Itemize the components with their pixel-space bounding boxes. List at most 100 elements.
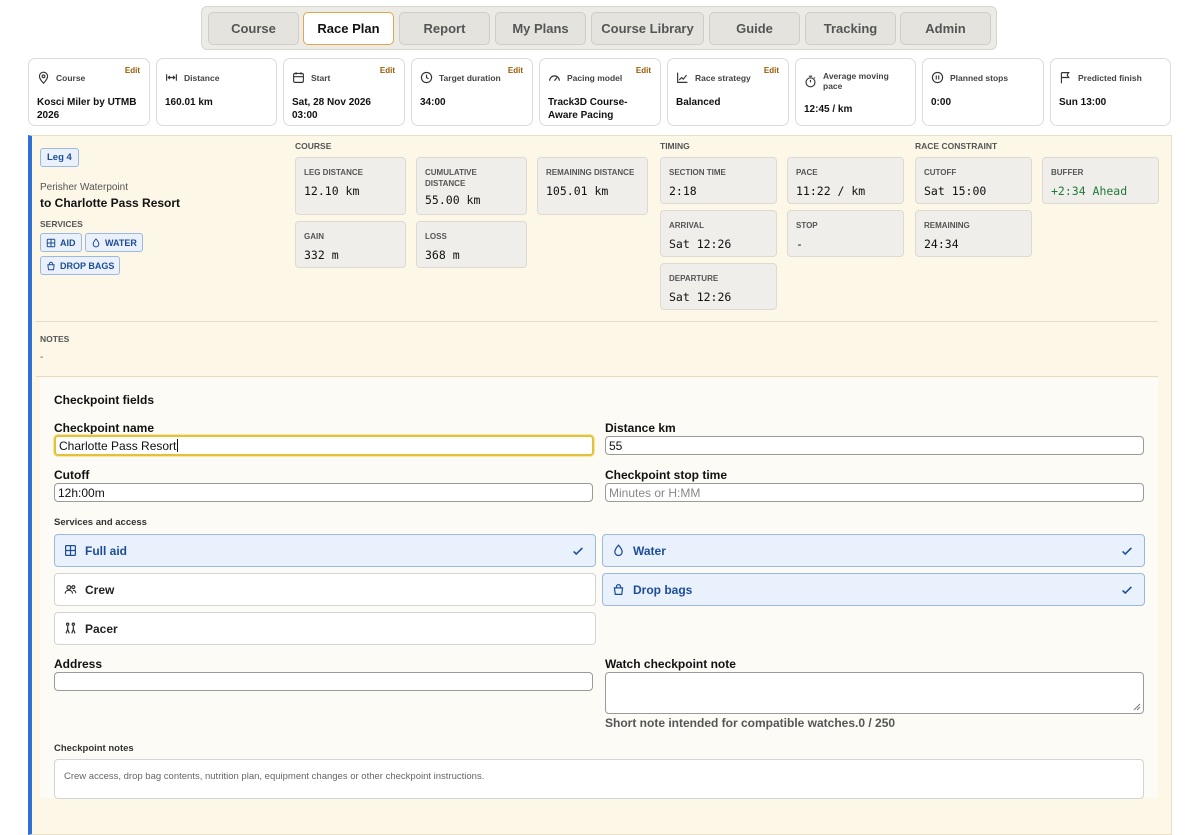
drop-bags-chip: DROP BAGS xyxy=(40,256,121,275)
droplet-icon xyxy=(92,237,100,247)
tab-guide[interactable]: Guide xyxy=(709,12,800,45)
loss-value: 368 m xyxy=(425,248,460,262)
remaining-label: REMAINING xyxy=(924,221,970,230)
divider xyxy=(36,321,1158,322)
arrival-value: Sat 12:26 xyxy=(669,237,732,251)
tab-course-library[interactable]: Course Library xyxy=(591,12,704,45)
course-card: Course Edit Kosci Miler by UTMB 2026 xyxy=(28,58,150,126)
watch-note-hint: Short note intended for compatible watch… xyxy=(605,716,896,730)
course-edit-link[interactable]: Edit xyxy=(125,66,140,75)
constraint-group-header: RACE CONSTRAINT xyxy=(915,141,998,151)
checkpoint-notes-label: Checkpoint notes xyxy=(54,743,134,754)
crew-option[interactable]: Crew xyxy=(54,573,596,606)
section-time-label: SECTION TIME xyxy=(669,168,726,177)
watch-note-label: Watch checkpoint note xyxy=(605,657,736,671)
distance-icon xyxy=(166,74,177,81)
departure-stat: DEPARTURE Sat 12:26 xyxy=(660,263,777,310)
pacing-model-card-label: Pacing model xyxy=(567,72,623,83)
clock-icon xyxy=(420,71,433,84)
pacing-model-card-value: Track3D Course-Aware Pacing xyxy=(548,97,628,121)
crew-label: Crew xyxy=(85,582,115,597)
bag-icon xyxy=(47,261,55,270)
leg-from: Perisher Waterpoint xyxy=(40,182,128,193)
stop-time-input[interactable]: Minutes or H:MM xyxy=(605,483,1144,502)
tab-course[interactable]: Course xyxy=(208,12,299,45)
check-icon xyxy=(1122,586,1132,595)
gain-label: GAIN xyxy=(304,232,324,241)
checkpoint-name-value: Charlotte Pass Resort xyxy=(59,438,177,453)
droplet-icon xyxy=(614,544,623,557)
aid-chip: AID xyxy=(40,233,82,252)
runners-icon xyxy=(65,622,76,634)
average-pace-card: Average moving pace 12:45 / km xyxy=(795,58,916,126)
start-card: Start Edit Sat, 28 Nov 2026 03:00 xyxy=(283,58,405,126)
stopwatch-icon xyxy=(805,75,816,87)
full-aid-option[interactable]: Full aid xyxy=(54,534,596,567)
tab-admin[interactable]: Admin xyxy=(900,12,991,45)
text-caret xyxy=(177,439,179,452)
map-pin-icon xyxy=(38,71,49,84)
gain-value: 332 m xyxy=(304,248,339,262)
water-option[interactable]: Water xyxy=(602,534,1145,567)
resize-handle-icon[interactable] xyxy=(1133,703,1141,711)
loss-stat: LOSS 368 m xyxy=(416,221,527,268)
drop-bags-label: Drop bags xyxy=(633,582,693,597)
arrival-stat: ARRIVAL Sat 12:26 xyxy=(660,210,777,257)
section-time-value: 2:18 xyxy=(669,184,697,198)
predicted-finish-card-value: Sun 13:00 xyxy=(1059,97,1107,108)
distance-km-input[interactable]: 55 xyxy=(605,436,1144,455)
buffer-value: +2:34 Ahead xyxy=(1051,184,1128,198)
predicted-finish-card-label: Predicted finish xyxy=(1078,72,1142,83)
pace-label: PACE xyxy=(796,168,818,177)
start-edit-link[interactable]: Edit xyxy=(380,66,395,75)
tab-tracking[interactable]: Tracking xyxy=(805,12,896,45)
checkpoint-name-label: Checkpoint name xyxy=(54,421,155,435)
distance-card-value: 160.01 km xyxy=(165,97,213,108)
race-strategy-card-value: Balanced xyxy=(676,97,721,108)
tab-report[interactable]: Report xyxy=(399,12,490,45)
stop-value: - xyxy=(796,237,803,251)
pacer-option[interactable]: Pacer xyxy=(54,612,596,645)
address-input[interactable] xyxy=(54,672,593,691)
water-chip: WATER xyxy=(85,233,143,252)
water-label: Water xyxy=(633,543,666,558)
average-pace-card-label: Average moving pace xyxy=(823,71,889,91)
target-duration-edit-link[interactable]: Edit xyxy=(508,66,523,75)
remaining-distance-value: 105.01 km xyxy=(546,184,609,198)
departure-value: Sat 12:26 xyxy=(669,290,732,304)
watch-note-textarea[interactable] xyxy=(605,672,1144,714)
leg-to: to Charlotte Pass Resort xyxy=(40,196,181,210)
remaining-stat: REMAINING 24:34 xyxy=(915,210,1032,257)
cutoff-input[interactable]: 12h:00m xyxy=(54,483,593,502)
water-chip-label: WATER xyxy=(105,237,137,248)
divider xyxy=(36,376,1158,377)
pacing-model-edit-link[interactable]: Edit xyxy=(636,66,651,75)
pace-value: 11:22 / km xyxy=(796,184,866,198)
start-card-label: Start xyxy=(311,72,331,83)
notes-value: - xyxy=(40,352,44,363)
gain-stat: GAIN 332 m xyxy=(295,221,406,268)
departure-label: DEPARTURE xyxy=(669,274,719,283)
grid-icon xyxy=(46,238,56,247)
average-pace-card-value: 12:45 / km xyxy=(804,104,853,115)
tab-race-plan[interactable]: Race Plan xyxy=(303,12,394,45)
pacer-label: Pacer xyxy=(85,621,118,636)
race-strategy-edit-link[interactable]: Edit xyxy=(764,66,779,75)
target-duration-card: Target duration Edit 34:00 xyxy=(411,58,533,126)
race-strategy-card-label: Race strategy xyxy=(695,72,751,83)
checkpoint-notes-textarea[interactable]: Crew access, drop bag contents, nutritio… xyxy=(54,759,1144,799)
checkpoint-name-input[interactable]: Charlotte Pass Resort xyxy=(54,435,594,456)
main-tab-bar: Course Race Plan Report My Plans Course … xyxy=(201,6,997,50)
distance-card: Distance 160.01 km xyxy=(156,58,277,126)
timing-group-header: TIMING xyxy=(660,141,690,151)
notes-header: NOTES xyxy=(40,334,70,344)
tab-my-plans[interactable]: My Plans xyxy=(495,12,586,45)
gauge-icon xyxy=(549,75,560,82)
drop-bags-option[interactable]: Drop bags xyxy=(602,573,1145,606)
planned-stops-card: Planned stops 0:00 xyxy=(922,58,1044,126)
buffer-label: BUFFER xyxy=(1051,168,1084,177)
grid-icon xyxy=(65,545,76,556)
race-strategy-card: Race strategy Edit Balanced xyxy=(667,58,789,126)
course-card-value: Kosci Miler by UTMB 2026 xyxy=(37,97,137,121)
services-header: SERVICES xyxy=(40,219,83,229)
